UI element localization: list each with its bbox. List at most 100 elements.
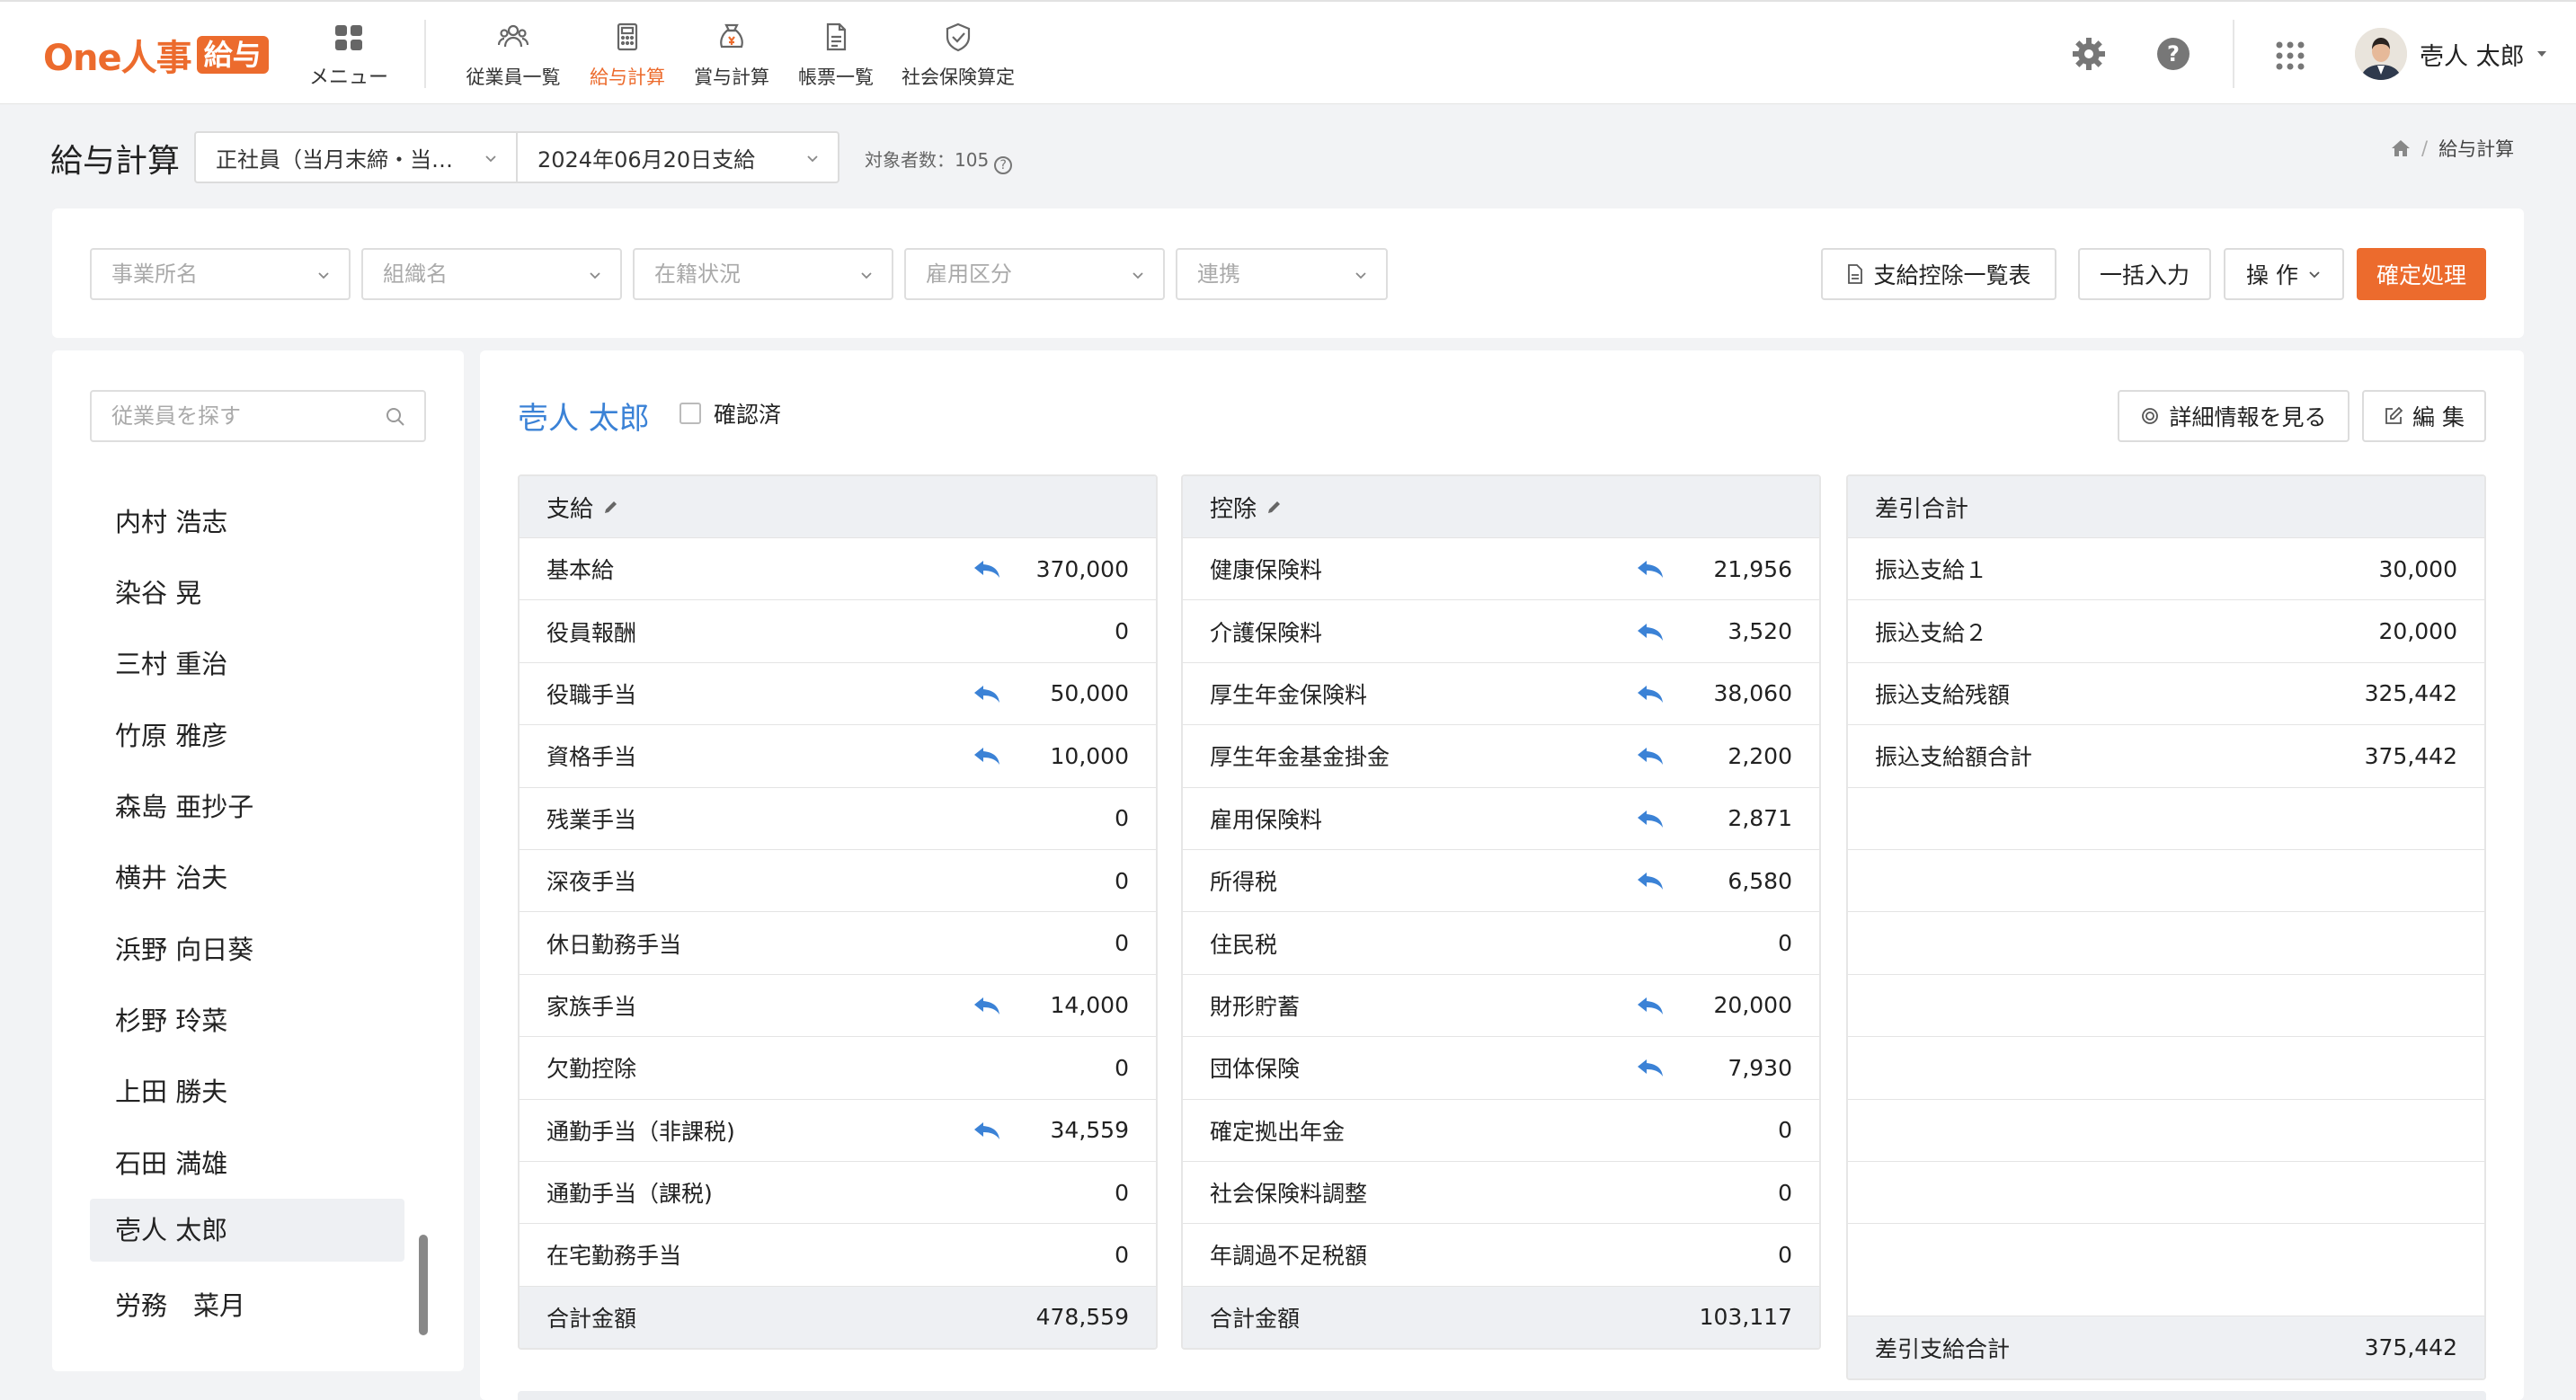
office-filter[interactable]: 事業所名: [90, 248, 351, 300]
deductions-row-label: 厚生年金基金掛金: [1210, 744, 1390, 771]
deductions-row: 雇用保険料 2,871: [1183, 786, 1819, 849]
payment-deduction-list-button[interactable]: 支給控除一覧表: [1821, 248, 2056, 300]
net-row-value: 325,442: [2364, 680, 2457, 707]
payments-row-value: 14,000: [1050, 992, 1129, 1019]
payments-row: 通勤手当（非課税) 34,559: [520, 1098, 1156, 1161]
apps-grid-icon[interactable]: [2274, 40, 2306, 72]
deductions-row-label: 厚生年金保険料: [1210, 681, 1368, 708]
employee-list-item-selected[interactable]: 壱人 太郎: [90, 1199, 404, 1262]
net-total-value: 375,442: [2364, 1334, 2457, 1360]
employee-list-item[interactable]: 竹原 雅彦: [90, 704, 404, 767]
payment-deduction-list-label: 支給控除一覧表: [1873, 262, 2031, 288]
nav-label: 給与計算: [590, 66, 665, 88]
home-icon[interactable]: [2391, 139, 2411, 157]
payments-row-value: 0: [1115, 1054, 1129, 1081]
return-arrow-icon[interactable]: [973, 559, 1001, 579]
payments-row-label: 基本給: [546, 557, 615, 584]
pencil-icon[interactable]: [602, 498, 620, 516]
deductions-row-value: 38,060: [1713, 680, 1792, 707]
deductions-header: 控除: [1183, 476, 1819, 537]
return-arrow-icon[interactable]: [1636, 746, 1665, 766]
payments-row-label: 家族手当: [546, 993, 637, 1020]
question-circle-icon[interactable]: ?: [994, 156, 1013, 174]
deductions-row-label: 住民税: [1210, 931, 1278, 958]
deductions-row: 健康保険料 21,956: [1183, 537, 1819, 599]
chevron-down-icon: [485, 155, 496, 163]
pencil-icon[interactable]: [1266, 498, 1284, 516]
deductions-row-label: 確定拠出年金: [1210, 1118, 1346, 1145]
payments-row-value: 0: [1115, 1179, 1129, 1206]
deductions-title: 控除: [1210, 495, 1257, 523]
nav-documents[interactable]: 帳票一覧: [793, 22, 879, 90]
nav-bonus[interactable]: 賞与計算: [688, 22, 775, 90]
payments-row: 深夜手当 0: [520, 848, 1156, 911]
employee-list-item[interactable]: 染谷 晃: [90, 562, 404, 625]
return-arrow-icon[interactable]: [1636, 622, 1665, 642]
menu-button[interactable]: メニュー: [306, 22, 392, 90]
view-details-button[interactable]: 詳細情報を見る: [2118, 390, 2349, 442]
employee-type-select[interactable]: 正社員（当月末締・当…: [194, 131, 518, 183]
status-filter[interactable]: 在籍状況: [633, 248, 893, 300]
grid-menu-icon: [335, 25, 362, 50]
deductions-row-value: 7,930: [1728, 1054, 1792, 1081]
employee-list-item[interactable]: 内村 浩志: [90, 491, 404, 554]
employee-list-item[interactable]: 三村 重治: [90, 633, 404, 696]
return-arrow-icon[interactable]: [1636, 559, 1665, 579]
bulk-input-button[interactable]: 一括入力: [2078, 248, 2211, 300]
payments-total-row: 合計金額 478,559: [520, 1285, 1156, 1349]
employee-list-item[interactable]: 杉野 玲菜: [90, 989, 404, 1052]
payments-row: 資格手当 10,000: [520, 724, 1156, 786]
deductions-row: 年調過不足税額 0: [1183, 1223, 1819, 1285]
employee-list-item[interactable]: 横井 治夫: [90, 846, 404, 909]
payments-row-value: 0: [1115, 618, 1129, 645]
gear-icon[interactable]: [2071, 36, 2107, 72]
return-arrow-icon[interactable]: [973, 1121, 1001, 1140]
employee-list-item[interactable]: 労務 菜月: [90, 1274, 404, 1337]
return-arrow-icon[interactable]: [973, 996, 1001, 1015]
pay-date-select[interactable]: 2024年06月20日支給: [516, 131, 839, 183]
deductions-row-label: 年調過不足税額: [1210, 1243, 1368, 1270]
deductions-total-row: 合計金額 103,117: [1183, 1285, 1819, 1349]
return-arrow-icon[interactable]: [1636, 996, 1665, 1015]
people-icon: [498, 24, 529, 48]
link-filter[interactable]: 連携: [1176, 248, 1388, 300]
org-filter[interactable]: 組織名: [361, 248, 622, 300]
operations-button[interactable]: 操 作: [2224, 248, 2344, 300]
edit-button[interactable]: 編 集: [2362, 390, 2486, 442]
confirmed-checkbox[interactable]: [680, 403, 701, 424]
employee-list-item[interactable]: 上田 勝夫: [90, 1060, 404, 1123]
chevron-down-icon: [590, 272, 600, 279]
nav-payroll[interactable]: 給与計算: [584, 22, 671, 90]
app-logo[interactable]: One人事 給与: [43, 34, 269, 79]
employee-list-item[interactable]: 浜野 向日葵: [90, 918, 404, 981]
deductions-row-label: 所得税: [1210, 869, 1278, 896]
return-arrow-icon[interactable]: [1636, 809, 1665, 828]
sidebar-scrollbar[interactable]: [419, 1235, 428, 1335]
payments-title: 支給: [546, 495, 594, 523]
confirm-process-button[interactable]: 確定処理: [2357, 248, 2486, 300]
employee-list-item[interactable]: 森島 亜抄子: [90, 775, 404, 838]
return-arrow-icon[interactable]: [973, 684, 1001, 704]
help-icon[interactable]: ?: [2155, 36, 2191, 72]
user-menu[interactable]: 壱人 太郎: [2355, 27, 2548, 81]
return-arrow-icon[interactable]: [1636, 684, 1665, 704]
return-arrow-icon[interactable]: [973, 746, 1001, 766]
deductions-row-label: 財形貯蓄: [1210, 993, 1301, 1020]
payments-row-label: 在宅勤務手当: [546, 1243, 682, 1270]
payments-row-value: 370,000: [1035, 555, 1129, 582]
nav-employee-list[interactable]: 従業員一覧: [464, 22, 563, 90]
employee-list-item[interactable]: 石田 満雄: [90, 1132, 404, 1195]
confirmed-toggle[interactable]: 確認済: [680, 397, 781, 430]
bonus-bag-icon: [720, 23, 743, 49]
payments-row-value: 0: [1115, 867, 1129, 894]
return-arrow-icon[interactable]: [1636, 1058, 1665, 1077]
bulk-input-label: 一括入力: [2099, 262, 2190, 288]
nav-social-insurance[interactable]: 社会保険算定: [897, 22, 1019, 90]
return-arrow-icon[interactable]: [1636, 871, 1665, 891]
nav-label: 社会保険算定: [902, 66, 1015, 88]
chevron-down-icon: [807, 155, 818, 163]
employment-filter[interactable]: 雇用区分: [904, 248, 1165, 300]
deductions-row: 団体保険 7,930: [1183, 1036, 1819, 1098]
target-count-text: 対象者数：105: [865, 149, 990, 171]
employee-search-input[interactable]: 従業員を探す: [90, 390, 426, 442]
